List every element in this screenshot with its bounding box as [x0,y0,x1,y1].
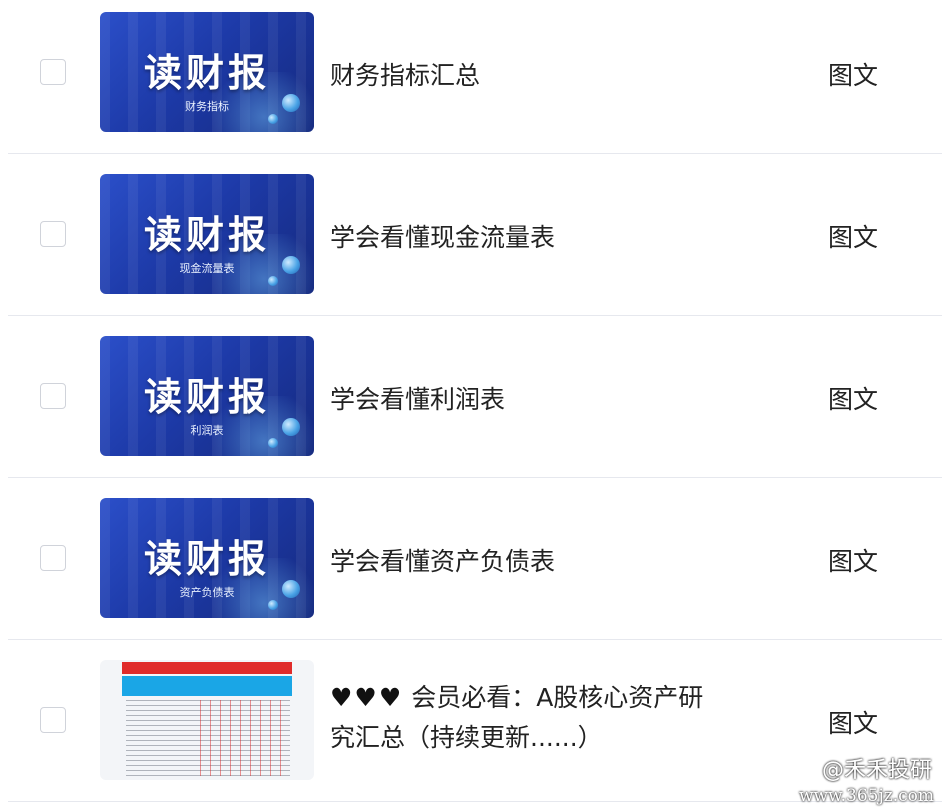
list-item[interactable]: ♥♥♥ 会员必看：A股核心资产研 究汇总（持续更新......） 图文 [8,640,942,802]
thumbnail-title: 读财报 [143,537,270,581]
thumbnail-subtitle: 资产负债表 [179,586,235,599]
list-item[interactable]: 读财报 财务指标 财务指标汇总 图文 [8,0,942,154]
checkbox[interactable] [40,707,66,733]
decor-ball [268,600,278,610]
item-type: 图文 [828,547,879,576]
checkbox[interactable] [40,383,66,409]
list-item[interactable]: 读财报 现金流量表 学会看懂现金流量表 图文 [8,154,942,316]
spreadsheet-header [122,662,292,674]
item-title[interactable]: 学会看懂现金流量表 [330,218,555,258]
spreadsheet-toolbar [122,676,292,696]
decor-ball [268,438,278,448]
thumbnail[interactable]: 读财报 财务指标 [100,12,314,132]
checkbox[interactable] [40,545,66,571]
item-title-line1: 会员必看：A股核心资产研 [411,683,704,712]
thumbnail-subtitle: 利润表 [190,424,224,437]
thumbnail[interactable]: 读财报 现金流量表 [100,174,314,294]
item-type: 图文 [828,223,879,252]
list-item[interactable]: 读财报 利润表 学会看懂利润表 图文 [8,316,942,478]
item-title-line2: 究汇总（持续更新......） [330,723,603,752]
thumbnail-title: 读财报 [143,213,270,257]
heart-icon: ♥♥♥ [330,683,404,712]
checkbox[interactable] [40,59,66,85]
item-title[interactable]: ♥♥♥ 会员必看：A股核心资产研 究汇总（持续更新......） [330,678,703,758]
thumbnail-title: 读财报 [143,51,270,95]
watermark-name: @禾禾投研 [821,758,932,783]
spreadsheet-columns [200,700,290,776]
thumbnail-title: 读财报 [143,375,270,419]
decor-ball [268,276,278,286]
item-title[interactable]: 学会看懂资产负债表 [330,542,555,582]
item-type: 图文 [828,385,879,414]
item-type: 图文 [828,61,879,90]
thumbnail-subtitle: 财务指标 [185,100,229,113]
item-title[interactable]: 学会看懂利润表 [330,380,505,420]
item-title[interactable]: 财务指标汇总 [330,56,480,96]
thumbnail[interactable] [100,660,314,780]
decor-ball [268,114,278,124]
checkbox[interactable] [40,221,66,247]
thumbnail[interactable]: 读财报 利润表 [100,336,314,456]
watermark-site: www.365jz.com [799,786,934,806]
thumbnail[interactable]: 读财报 资产负债表 [100,498,314,618]
item-type: 图文 [828,709,879,738]
list-item[interactable]: 读财报 资产负债表 学会看懂资产负债表 图文 [8,478,942,640]
thumbnail-subtitle: 现金流量表 [179,262,235,275]
